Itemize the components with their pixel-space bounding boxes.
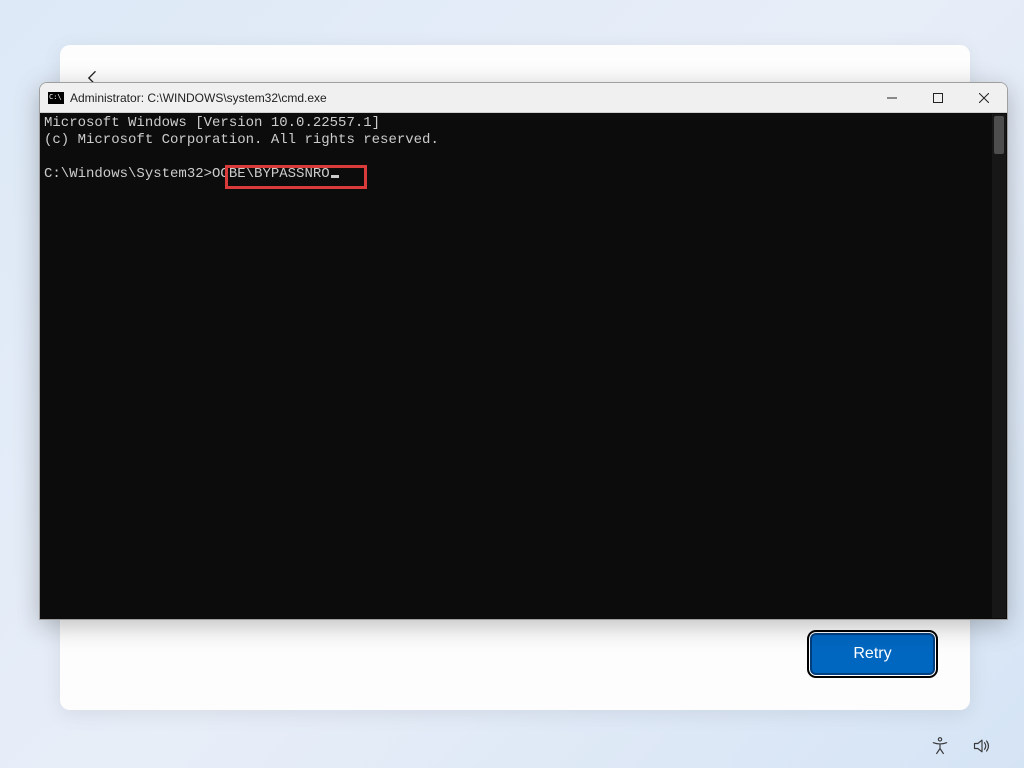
retry-button[interactable]: Retry xyxy=(810,633,935,675)
window-title: Administrator: C:\WINDOWS\system32\cmd.e… xyxy=(70,91,327,105)
terminal-typed-command: OOBE\BYPASSNRO xyxy=(212,166,330,182)
terminal-cursor xyxy=(331,175,339,178)
window-controls xyxy=(869,83,1007,112)
close-button[interactable] xyxy=(961,83,1007,112)
accessibility-button[interactable] xyxy=(930,736,950,756)
minimize-icon xyxy=(887,93,897,103)
maximize-button[interactable] xyxy=(915,83,961,112)
maximize-icon xyxy=(933,93,943,103)
terminal-prompt: C:\Windows\System32> xyxy=(44,166,212,182)
cmd-window: Administrator: C:\WINDOWS\system32\cmd.e… xyxy=(39,82,1008,620)
scrollbar-thumb[interactable] xyxy=(994,116,1004,154)
terminal-body[interactable]: Microsoft Windows [Version 10.0.22557.1]… xyxy=(40,113,1007,619)
system-tray xyxy=(930,736,992,756)
scrollbar[interactable] xyxy=(992,114,1006,618)
volume-icon xyxy=(972,736,992,756)
cmd-icon xyxy=(48,92,64,104)
close-icon xyxy=(979,93,989,103)
volume-button[interactable] xyxy=(972,736,992,756)
terminal-line-copyright: (c) Microsoft Corporation. All rights re… xyxy=(44,132,439,148)
terminal-line-version: Microsoft Windows [Version 10.0.22557.1] xyxy=(44,115,380,131)
titlebar[interactable]: Administrator: C:\WINDOWS\system32\cmd.e… xyxy=(40,83,1007,113)
minimize-button[interactable] xyxy=(869,83,915,112)
accessibility-icon xyxy=(930,736,950,756)
retry-button-label: Retry xyxy=(853,645,891,663)
